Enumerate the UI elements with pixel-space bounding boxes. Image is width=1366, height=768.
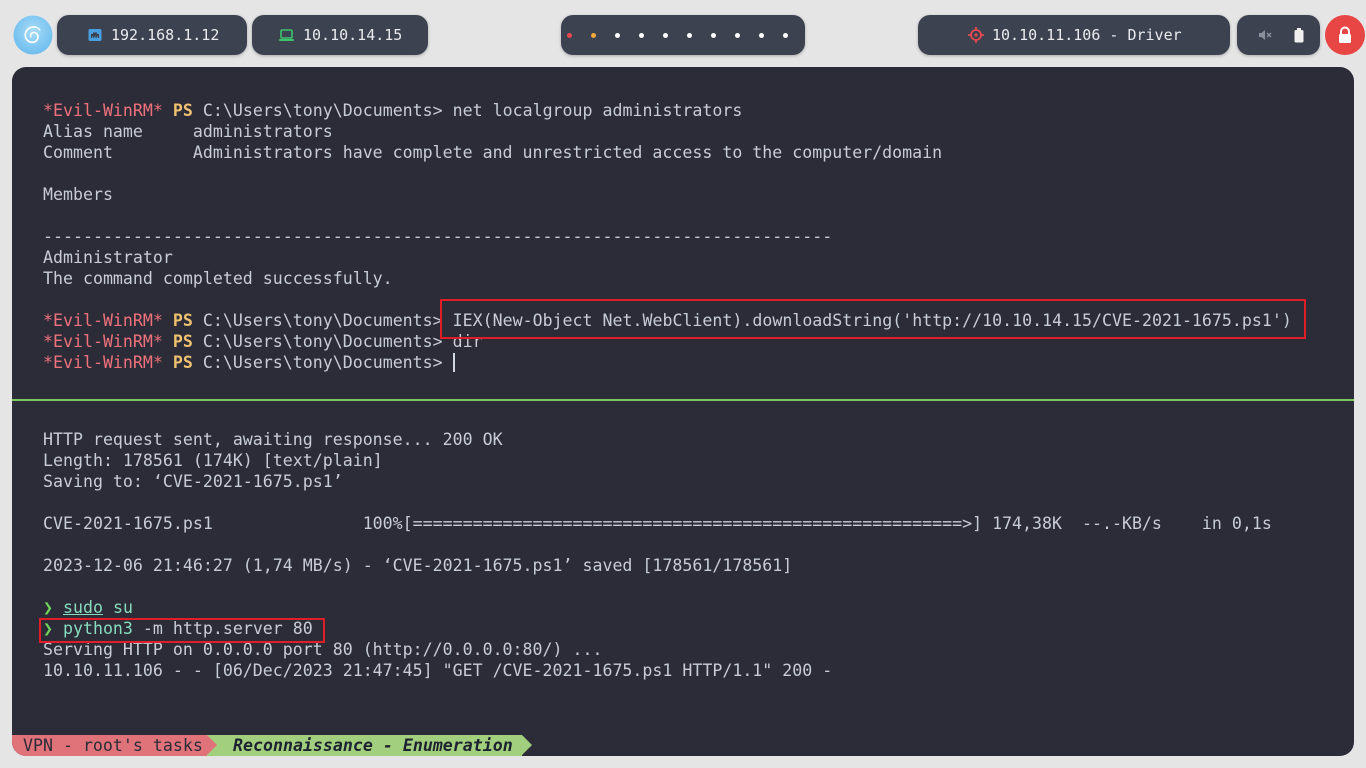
prompt-shell: PS <box>172 332 193 351</box>
workspace-dot-4[interactable] <box>639 32 644 38</box>
battery-icon <box>1294 15 1304 55</box>
system-tray <box>1237 15 1320 55</box>
highlight-box-http-server <box>39 618 325 643</box>
output-line: 10.10.11.106 - - [06/Dec/2023 21:47:45] … <box>43 661 833 680</box>
prompt-host: *Evil-WinRM* <box>43 353 163 372</box>
session-segment: VPN - root's tasks <box>12 735 207 756</box>
window-segment[interactable]: Reconnaissance - Enumeration <box>207 735 522 756</box>
precommand-text: sudo <box>62 598 103 617</box>
laptop-icon <box>279 15 294 55</box>
output-line: 2023-12-06 21:46:27 (1,74 MB/s) - ‘CVE-2… <box>43 556 793 575</box>
terminal-pane-top[interactable]: *Evil-WinRM* PS C:\Users\tony\Documents>… <box>12 67 1354 399</box>
vpn-ip-module[interactable]: 10.10.14.15 <box>252 15 428 55</box>
ethernet-ip-text: 192.168.1.12 <box>111 26 220 44</box>
prompt-shell: PS <box>172 311 193 330</box>
prompt-path: C:\Users\tony\Documents> <box>202 101 443 120</box>
workspace-dot-9[interactable] <box>759 32 764 38</box>
terminal-pane-bottom[interactable]: HTTP request sent, awaiting response... … <box>12 401 1354 735</box>
prompt-host: *Evil-WinRM* <box>43 101 163 120</box>
shell-prompt-line: ❯ sudo su <box>43 597 1272 618</box>
output-separator: ----------------------------------------… <box>43 227 833 246</box>
workspace-dot-6[interactable] <box>687 32 692 38</box>
terminal-window: *Evil-WinRM* PS C:\Users\tony\Documents>… <box>12 67 1354 756</box>
output-line: Saving to: ‘CVE-2021-1675.ps1’ <box>43 472 343 491</box>
prompt-shell: PS <box>172 101 193 120</box>
text-cursor <box>452 353 455 372</box>
workspace-dot-3[interactable] <box>615 32 620 38</box>
workspace-dot-2[interactable] <box>591 32 596 38</box>
prompt-arrow: ❯ <box>43 598 53 617</box>
session-separator-arrow <box>207 735 217 755</box>
command-text: net localgroup administrators <box>452 101 743 120</box>
workspace-dot-7[interactable] <box>711 32 716 38</box>
tmux-status-bar: VPN - root's tasks Reconnaissance - Enum… <box>12 735 1354 756</box>
prompt-line: *Evil-WinRM* PS C:\Users\tony\Documents>… <box>43 100 1292 121</box>
lock-icon <box>1339 26 1351 43</box>
download-progress-line: CVE-2021-1675.ps1 100%[=================… <box>43 514 1272 533</box>
output-line: Length: 178561 (174K) [text/plain] <box>43 451 383 470</box>
bottom-pane-output: HTTP request sent, awaiting response... … <box>43 429 1272 681</box>
launcher-button[interactable] <box>13 15 53 55</box>
prompt-line-active: *Evil-WinRM* PS C:\Users\tony\Documents> <box>43 352 1292 373</box>
ethernet-ip-module[interactable]: 192.168.1.12 <box>57 15 247 55</box>
ethernet-icon <box>88 15 102 55</box>
window-separator-arrow <box>522 735 532 755</box>
prompt-host: *Evil-WinRM* <box>43 311 163 330</box>
vpn-ip-text: 10.10.14.15 <box>303 26 403 44</box>
debian-icon <box>13 15 53 55</box>
output-line: Members <box>43 185 113 204</box>
speaker-muted-icon[interactable] <box>1258 15 1272 55</box>
output-line: Alias name administrators <box>43 122 333 141</box>
highlight-box-iex-command <box>440 299 1306 339</box>
prompt-path: C:\Users\tony\Documents> <box>202 332 443 351</box>
crosshair-icon <box>968 15 984 55</box>
output-line: HTTP request sent, awaiting response... … <box>43 430 503 449</box>
prompt-path: C:\Users\tony\Documents> <box>202 311 443 330</box>
prompt-shell: PS <box>172 353 193 372</box>
workspace-dot-8[interactable] <box>735 32 740 38</box>
prompt-path: C:\Users\tony\Documents> <box>202 353 443 372</box>
target-module[interactable]: 10.10.11.106 - Driver <box>918 15 1230 55</box>
workspace-dot-10[interactable] <box>783 32 788 38</box>
output-line: The command completed successfully. <box>43 269 393 288</box>
output-line: Administrator <box>43 248 173 267</box>
output-line: Comment Administrators have complete and… <box>43 143 943 162</box>
workspace-dot-5[interactable] <box>663 32 668 38</box>
workspace-dot-1[interactable] <box>567 32 572 38</box>
target-label: 10.10.11.106 - Driver <box>992 26 1182 44</box>
power-lock-button[interactable] <box>1325 15 1365 55</box>
workspace-switcher <box>561 15 805 55</box>
command-text: su <box>112 598 133 617</box>
prompt-host: *Evil-WinRM* <box>43 332 163 351</box>
